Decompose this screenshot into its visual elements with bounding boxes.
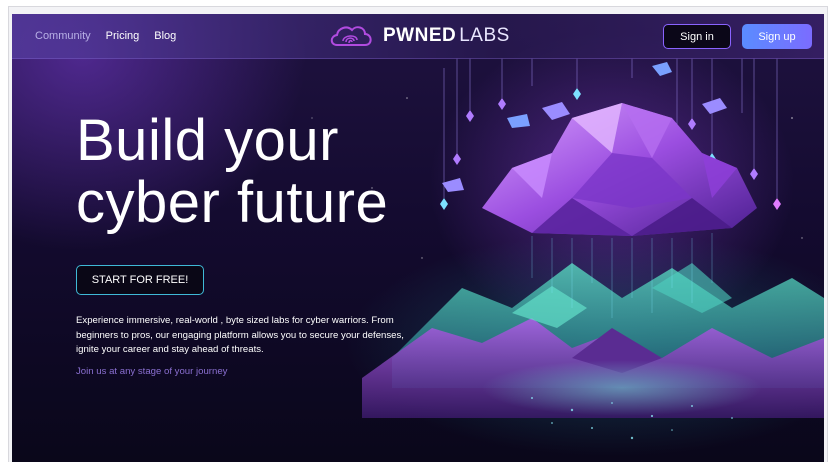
sign-in-button[interactable]: Sign in [663, 24, 731, 49]
nav-links: Community Pricing Blog [35, 14, 176, 58]
nav-link-community[interactable]: Community [35, 30, 91, 42]
hero-title-line-2: cyber future [76, 170, 389, 235]
sign-up-button[interactable]: Sign up [742, 24, 812, 49]
join-us-link[interactable]: Join us at any stage of your journey [76, 366, 227, 377]
brand-name: PWNED [383, 25, 457, 46]
brand-logo[interactable]: PWNED LABS [327, 21, 510, 51]
nav-link-pricing[interactable]: Pricing [106, 30, 140, 42]
page-viewport: Community Pricing Blog PWNED LABS Sign in… [12, 14, 824, 462]
hero-description: Experience immersive, real-world , byte … [76, 315, 404, 355]
brand-suffix: LABS [459, 25, 510, 46]
start-for-free-button[interactable]: START FOR FREE! [76, 265, 204, 295]
hero-title: Build your cyber future [76, 110, 388, 234]
hero-title-line-1: Build your [76, 108, 339, 173]
nav-link-blog[interactable]: Blog [154, 30, 176, 42]
brand-wordmark: PWNED LABS [383, 25, 510, 47]
cloud-fingerprint-logo-icon [330, 26, 372, 46]
top-navbar: Community Pricing Blog PWNED LABS Sign in… [12, 14, 824, 59]
